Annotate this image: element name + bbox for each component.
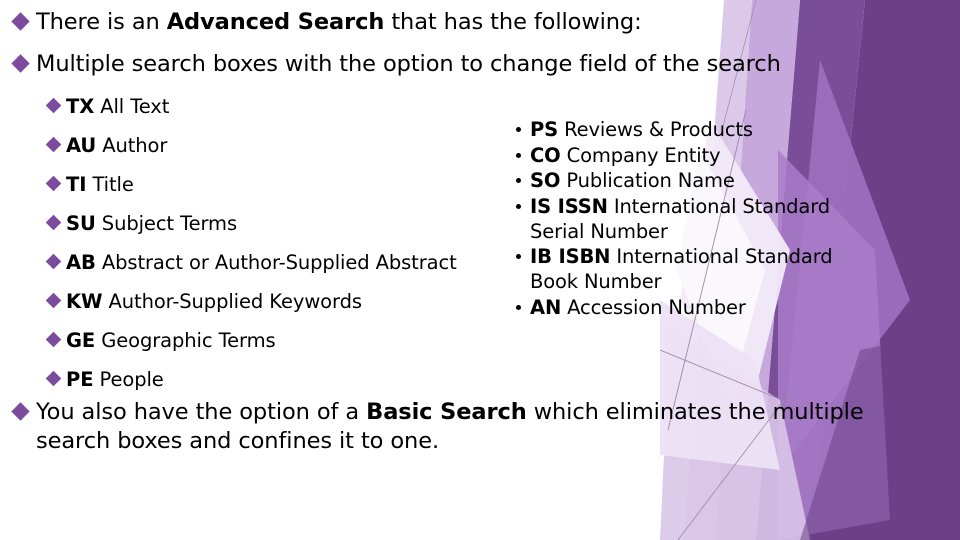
diamond-bullet-icon xyxy=(45,136,62,153)
field-label: Reviews & Products xyxy=(558,118,753,141)
field-code: KW xyxy=(66,290,103,313)
field-entry: AU Author xyxy=(66,133,167,158)
list-item-au: AU Author xyxy=(45,133,518,158)
field-entry: PE People xyxy=(66,367,164,392)
field-entry: TX All Text xyxy=(66,94,169,119)
round-bullet-icon xyxy=(516,203,521,209)
bullet-outro: You also have the option of a Basic Sear… xyxy=(11,398,874,457)
field-label: People xyxy=(93,368,164,391)
field-code: IS ISSN xyxy=(530,194,608,218)
field-code: CO xyxy=(530,143,561,167)
list-item-ge: GE Geographic Terms xyxy=(45,328,518,353)
list-item-ib-isbn: IB ISBN International Standard Book Numb… xyxy=(516,245,886,294)
field-entry: AB Abstract or Author-Supplied Abstract xyxy=(66,250,457,275)
diamond-bullet-icon xyxy=(45,370,62,387)
list-item-su: SU Subject Terms xyxy=(45,211,518,236)
bullet-intro-line2: Multiple search boxes with the option to… xyxy=(11,50,914,79)
field-code: PS xyxy=(530,118,559,141)
field-entry: AN Accession Number xyxy=(530,296,886,321)
list-item-kw: KW Author-Supplied Keywords xyxy=(45,289,518,314)
field-entry: IS ISSN International Standard Serial Nu… xyxy=(530,195,886,244)
list-item-co: CO Company Entity xyxy=(516,144,886,169)
list-item-ti: TI Title xyxy=(45,172,518,197)
field-code: AN xyxy=(530,295,562,319)
round-bullet-icon xyxy=(516,152,521,158)
outro-prefix: You also have the option of a xyxy=(36,399,367,425)
field-label: Geographic Terms xyxy=(95,329,276,352)
outro-text: You also have the option of a Basic Sear… xyxy=(36,398,874,457)
field-entry: PS Reviews & Products xyxy=(530,118,886,143)
intro-line2-text: Multiple search boxes with the option to… xyxy=(36,51,781,77)
field-code: IB ISBN xyxy=(530,245,611,269)
diamond-bullet-icon xyxy=(11,12,30,31)
field-code: PE xyxy=(66,368,94,391)
intro-line1-suffix: that has the following: xyxy=(384,9,642,35)
list-item-an: AN Accession Number xyxy=(516,296,886,321)
field-entry: SU Subject Terms xyxy=(66,211,237,236)
diamond-bullet-icon xyxy=(45,253,62,270)
field-label: Subject Terms xyxy=(95,212,238,235)
list-item-is-issn: IS ISSN International Standard Serial Nu… xyxy=(516,195,886,244)
diamond-bullet-icon xyxy=(11,54,30,73)
round-bullet-icon xyxy=(516,178,521,184)
round-bullet-icon xyxy=(516,254,521,260)
slide-body: There is an Advanced Search that has the… xyxy=(0,0,960,540)
diamond-bullet-icon xyxy=(45,214,62,231)
field-label: Publication Name xyxy=(560,169,735,193)
field-entry: TI Title xyxy=(66,172,134,197)
field-label: Company Entity xyxy=(560,143,721,167)
field-code: SO xyxy=(530,169,561,193)
diamond-bullet-icon xyxy=(45,175,62,192)
field-label: Author xyxy=(96,134,168,157)
field-code: AB xyxy=(66,251,96,274)
list-item-so: SO Publication Name xyxy=(516,169,886,194)
basic-search-emphasis: Basic Search xyxy=(366,399,527,425)
bullet-intro-line1: There is an Advanced Search that has the… xyxy=(11,8,894,37)
field-code: AU xyxy=(66,134,97,157)
field-code: SU xyxy=(66,212,96,235)
right-field-code-list: PS Reviews & Products CO Company Entity … xyxy=(516,118,886,321)
round-bullet-icon xyxy=(516,304,521,310)
diamond-bullet-icon xyxy=(45,97,62,114)
advanced-search-emphasis: Advanced Search xyxy=(166,9,385,35)
diamond-bullet-icon xyxy=(45,331,62,348)
list-item-tx: TX All Text xyxy=(45,94,518,119)
diamond-bullet-icon xyxy=(11,402,30,421)
slide-canvas: There is an Advanced Search that has the… xyxy=(0,0,960,540)
field-entry: IB ISBN International Standard Book Numb… xyxy=(530,245,886,294)
round-bullet-icon xyxy=(516,127,521,132)
field-entry: CO Company Entity xyxy=(530,144,886,169)
field-code: GE xyxy=(66,329,96,352)
field-label: Title xyxy=(86,173,134,196)
diamond-bullet-icon xyxy=(45,292,62,309)
field-label: Abstract or Author-Supplied Abstract xyxy=(95,251,457,274)
field-code: TX xyxy=(66,95,95,118)
field-entry: KW Author-Supplied Keywords xyxy=(66,289,362,314)
list-item-ps: PS Reviews & Products xyxy=(516,118,886,143)
field-label: Accession Number xyxy=(561,295,746,319)
field-entry: GE Geographic Terms xyxy=(66,328,276,353)
intro-line1-text: There is an Advanced Search that has the… xyxy=(36,8,894,37)
intro-line1-prefix: There is an xyxy=(36,9,167,35)
field-code: TI xyxy=(66,173,87,196)
field-label: Author-Supplied Keywords xyxy=(102,290,362,313)
list-item-pe: PE People xyxy=(45,367,518,392)
field-label: All Text xyxy=(94,95,170,118)
field-entry: SO Publication Name xyxy=(530,169,886,194)
list-item-ab: AB Abstract or Author-Supplied Abstract xyxy=(45,250,528,275)
